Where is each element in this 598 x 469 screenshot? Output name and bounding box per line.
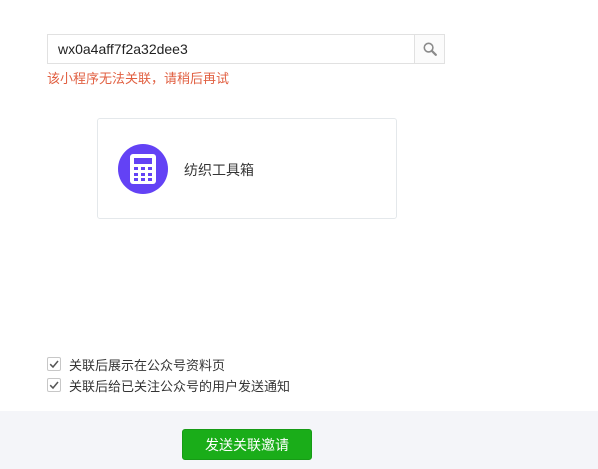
notify-followers-checkbox[interactable] <box>47 378 61 392</box>
footer-bar: 发送关联邀请 <box>0 411 598 469</box>
appid-search-input[interactable] <box>48 35 416 63</box>
search-icon <box>422 42 437 56</box>
error-message: 该小程序无法关联，请稍后再试 <box>47 72 230 87</box>
search-box <box>47 34 445 64</box>
show-on-profile-label: 关联后展示在公众号资料页 <box>69 358 226 374</box>
show-on-profile-checkbox[interactable] <box>47 357 61 371</box>
option-show-on-profile[interactable]: 关联后展示在公众号资料页 <box>47 355 226 374</box>
calculator-icon <box>130 154 156 184</box>
search-button[interactable] <box>414 35 444 63</box>
option-notify-followers[interactable]: 关联后给已关注公众号的用户发送通知 <box>47 376 291 395</box>
mini-program-card[interactable]: 纺织工具箱 <box>97 118 397 219</box>
app-avatar <box>118 144 168 194</box>
check-icon <box>49 381 59 390</box>
send-invite-button[interactable]: 发送关联邀请 <box>182 429 312 460</box>
notify-followers-label: 关联后给已关注公众号的用户发送通知 <box>69 379 291 395</box>
check-icon <box>49 360 59 369</box>
app-name: 纺织工具箱 <box>184 163 254 179</box>
